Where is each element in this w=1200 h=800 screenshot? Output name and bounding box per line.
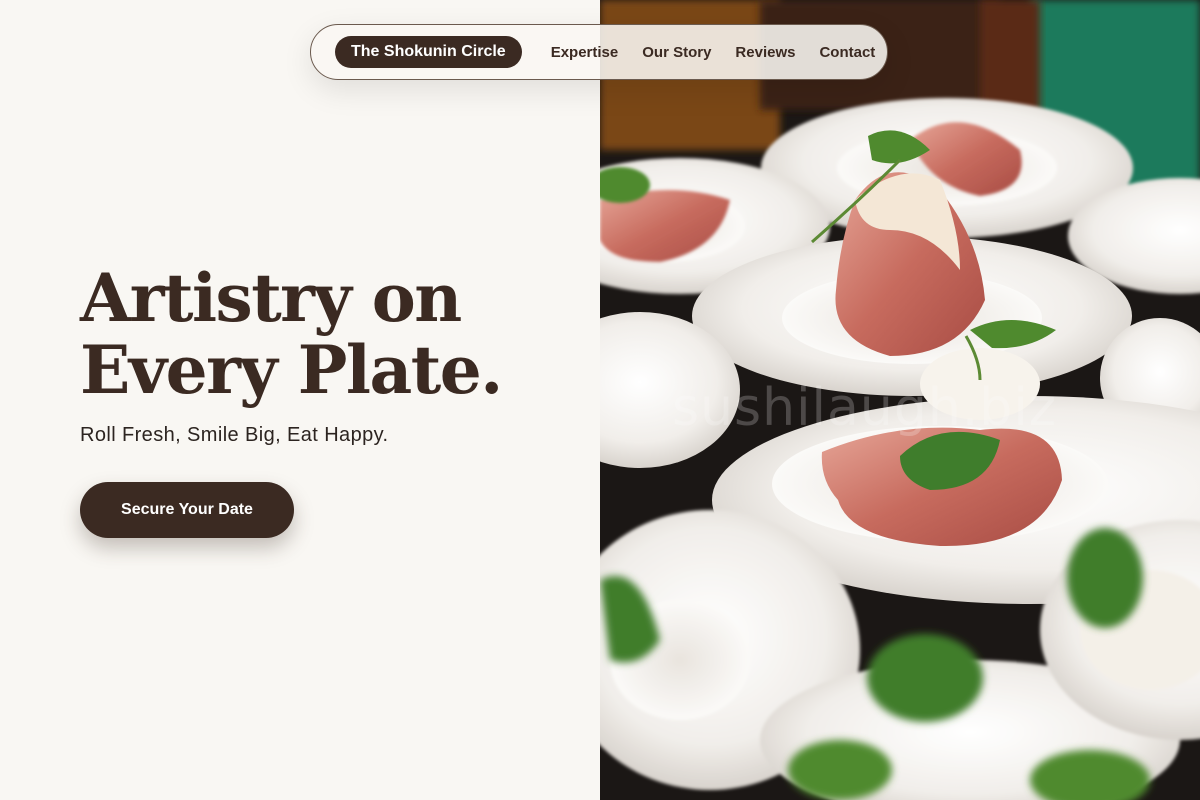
hero-title-line-2: Every Plate. xyxy=(80,331,503,409)
hero-title-line-1: Artistry on xyxy=(80,259,462,337)
nav-link-reviews[interactable]: Reviews xyxy=(735,44,795,61)
hero-food-photo xyxy=(600,0,1200,800)
nav-link-contact[interactable]: Contact xyxy=(819,44,875,61)
secure-date-button[interactable]: Secure Your Date xyxy=(80,482,294,538)
top-navigation: The Shokunin Circle Expertise Our Story … xyxy=(310,24,888,80)
plated-prosciutto-photo xyxy=(600,0,1200,800)
hero-title: Artistry on Every Plate. xyxy=(80,262,580,406)
hero-tagline: Roll Fresh, Smile Big, Eat Happy. xyxy=(80,424,389,446)
nav-link-expertise[interactable]: Expertise xyxy=(551,44,619,61)
nav-links: Expertise Our Story Reviews Contact xyxy=(539,44,888,61)
nav-link-our-story[interactable]: Our Story xyxy=(642,44,711,61)
hero-left-panel: Artistry on Every Plate. Roll Fresh, Smi… xyxy=(0,0,600,800)
brand-logo-button[interactable]: The Shokunin Circle xyxy=(335,36,522,68)
